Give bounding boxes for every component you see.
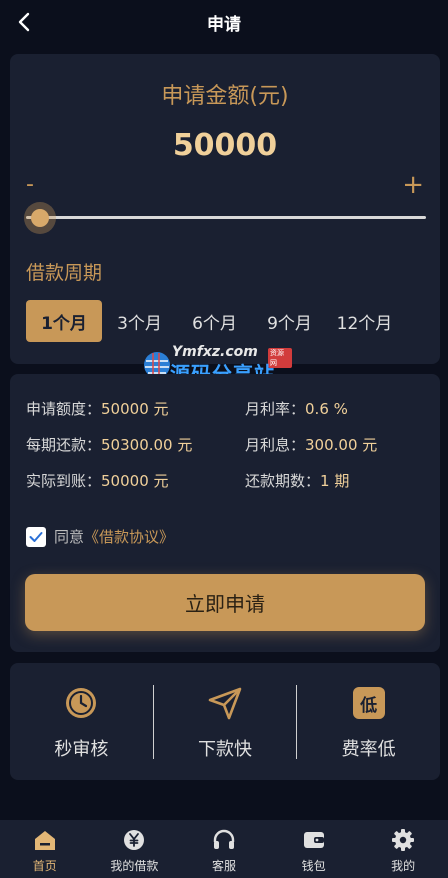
feature-label: 费率低 [341, 739, 396, 760]
check-icon [29, 531, 43, 542]
period-label: 借款周期 [26, 262, 103, 284]
amount-slider-handle[interactable] [24, 202, 56, 234]
gear-icon [391, 828, 415, 852]
agreement-link[interactable]: 《借款协议》 [84, 526, 174, 547]
tab-mine[interactable]: 我的 [358, 820, 448, 878]
repay-periods-row: 还款期数：1 期 [245, 470, 349, 491]
top-nav-bar: 申请 [0, 0, 448, 44]
apply-amount-value: 50000 元 [101, 400, 169, 418]
tab-label: 首页 [32, 859, 57, 873]
back-arrow-icon[interactable] [10, 8, 38, 36]
feature-label: 秒审核 [54, 739, 109, 760]
period-option[interactable]: 6个月 [177, 300, 252, 342]
agreement-text: 同意 [54, 528, 85, 546]
tab-customer-service[interactable]: 客服 [179, 820, 269, 878]
tab-label: 我的借款 [110, 859, 159, 873]
monthly-interest-label: 月利息： [245, 436, 306, 454]
feature-low-rate: 低 费率低 [297, 663, 440, 780]
per-repay-row: 每期还款：50300.00 元 [26, 434, 192, 455]
low-badge: 低 [352, 687, 385, 719]
period-option[interactable]: 9个月 [252, 300, 327, 342]
amount-label: 申请金额(元) [161, 84, 289, 109]
actual-received-row: 实际到账：50000 元 [26, 470, 169, 491]
monthly-interest-value: 300.00 元 [305, 436, 378, 454]
page-title: 申请 [207, 14, 241, 35]
tab-label: 客服 [211, 859, 236, 873]
home-icon [33, 828, 57, 852]
repay-periods-label: 还款期数： [245, 472, 321, 490]
monthly-rate-value: 0.6 % [305, 400, 348, 418]
period-options: 1个月 3个月 6个月 9个月 12个月 [26, 300, 402, 342]
headset-icon [212, 828, 236, 852]
amount-card: 申请金额(元) 50000 - + 借款周期 1个月 3个月 6个月 9个月 12个月 [10, 54, 440, 364]
yen-icon [122, 828, 146, 852]
repay-periods-value: 1 期 [320, 472, 350, 490]
apply-amount-row: 申请额度：50000 元 [26, 398, 169, 419]
tab-label: 钱包 [301, 859, 326, 873]
send-icon [207, 685, 243, 721]
period-option[interactable]: 3个月 [102, 300, 177, 342]
clock-icon [63, 685, 99, 721]
period-option[interactable]: 12个月 [327, 300, 402, 342]
apply-amount-label: 申请额度： [26, 400, 102, 418]
slider-thumb[interactable] [31, 209, 49, 227]
agreement-checkbox[interactable] [26, 526, 46, 547]
amount-slider-track[interactable] [26, 216, 426, 219]
apply-now-button[interactable]: 立即申请 [25, 574, 425, 631]
loan-info-card: 申请额度：50000 元 月利率：0.6 % 每期还款：50300.00 元 月… [10, 374, 440, 652]
tab-label: 我的 [391, 859, 416, 873]
monthly-rate-row: 月利率：0.6 % [245, 398, 348, 419]
tab-home[interactable]: 首页 [0, 820, 90, 878]
feature-fast-review: 秒审核 [10, 663, 153, 780]
per-repay-value: 50300.00 元 [101, 436, 193, 454]
tab-wallet[interactable]: 钱包 [269, 820, 359, 878]
increase-amount-button[interactable]: + [402, 170, 424, 200]
decrease-amount-button[interactable]: - [26, 172, 34, 197]
per-repay-label: 每期还款： [26, 436, 102, 454]
monthly-rate-label: 月利率： [245, 400, 306, 418]
amount-value: 50000 [172, 128, 278, 163]
actual-received-label: 实际到账： [26, 472, 102, 490]
period-option[interactable]: 1个月 [26, 300, 102, 342]
monthly-interest-row: 月利息：300.00 元 [245, 434, 377, 455]
actual-received-value: 50000 元 [101, 472, 169, 490]
features-card: 秒审核 下款快 低 费率低 [10, 663, 440, 780]
tab-my-loans[interactable]: 我的借款 [90, 820, 180, 878]
agreement-row: 同意 《借款协议》 [26, 526, 174, 547]
wallet-icon [302, 828, 326, 852]
feature-label: 下款快 [198, 739, 252, 760]
low-badge-icon: 低 [351, 685, 387, 721]
bottom-tab-bar: 首页 我的借款 客服 钱包 我的 [0, 820, 448, 878]
feature-fast-payout: 下款快 [154, 663, 297, 780]
